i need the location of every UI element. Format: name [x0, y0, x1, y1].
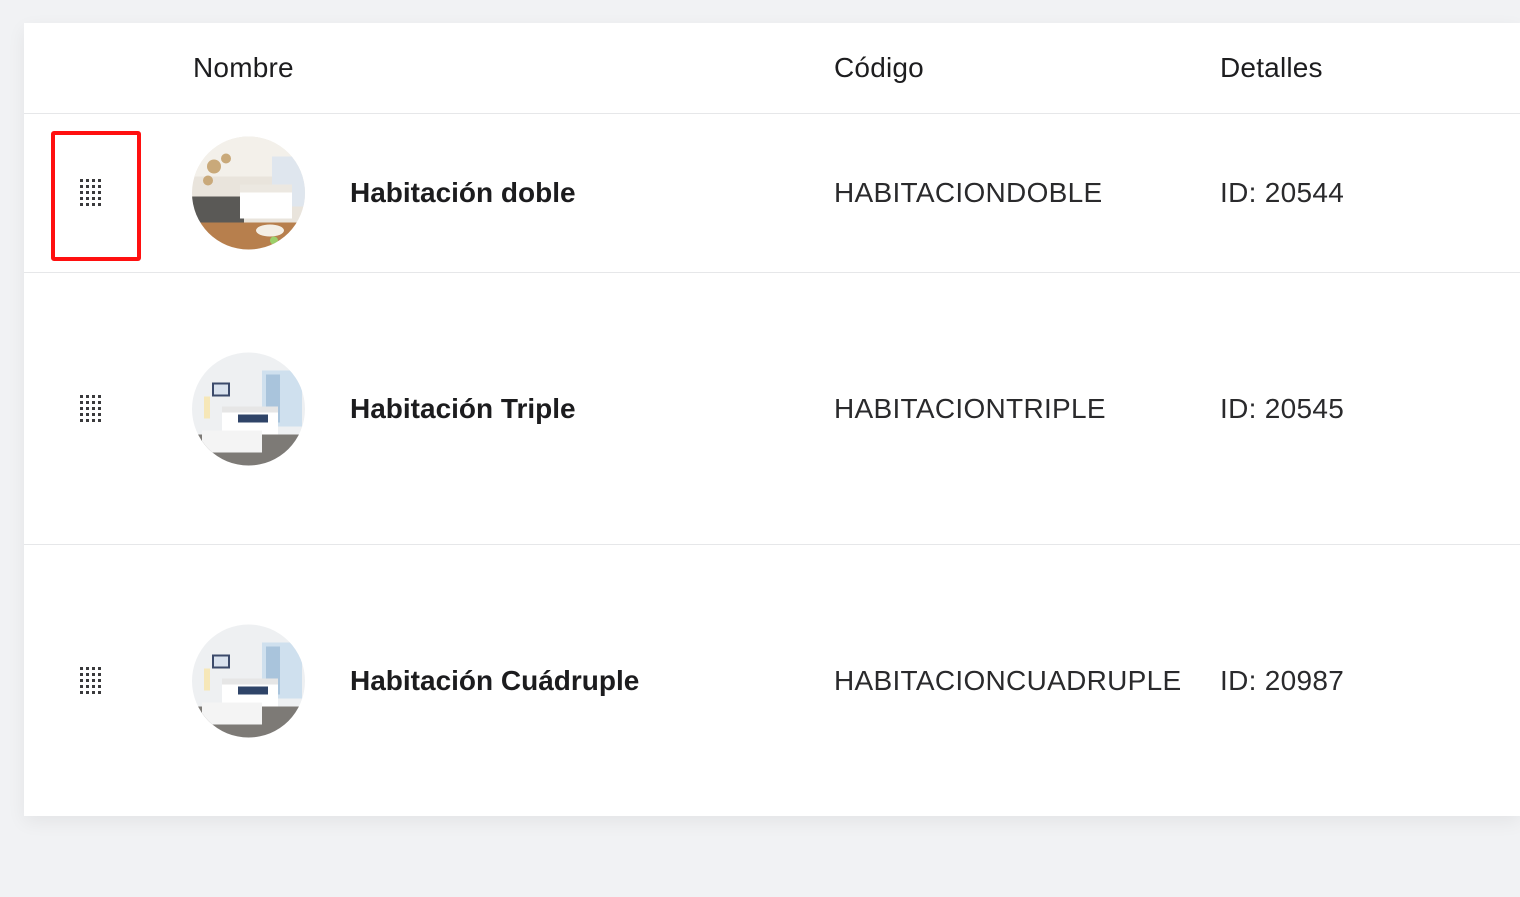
room-name: Habitación Cuádruple: [350, 665, 640, 697]
room-code: HABITACIONCUADRUPLE: [834, 665, 1182, 697]
room-photo-icon: [192, 624, 305, 738]
room-name: Habitación doble: [350, 177, 576, 209]
room-photo-icon: [192, 352, 305, 466]
table-row[interactable]: Habitación Cuádruple HABITACIONCUADRUPLE…: [24, 545, 1520, 816]
room-types-table: Nombre Código Detalles Habitación doble …: [24, 23, 1520, 816]
drag-handle-highlight: [51, 131, 141, 261]
column-header-details[interactable]: Detalles: [1220, 23, 1323, 113]
room-code: HABITACIONTRIPLE: [834, 393, 1106, 425]
drag-handle-icon[interactable]: [80, 667, 102, 695]
table-row[interactable]: Habitación doble HABITACIONDOBLE ID: 205…: [24, 113, 1520, 273]
room-id: ID: 20545: [1220, 393, 1345, 425]
room-id: ID: 20987: [1220, 665, 1345, 697]
column-header-name[interactable]: Nombre: [193, 23, 294, 113]
column-header-code[interactable]: Código: [834, 23, 924, 113]
room-name: Habitación Triple: [350, 393, 576, 425]
room-code: HABITACIONDOBLE: [834, 177, 1103, 209]
table-row[interactable]: Habitación Triple HABITACIONTRIPLE ID: 2…: [24, 273, 1520, 545]
room-id: ID: 20544: [1220, 177, 1345, 209]
drag-handle-icon[interactable]: [80, 395, 102, 423]
table-header: Nombre Código Detalles: [24, 23, 1520, 114]
room-photo-icon: [192, 136, 305, 250]
